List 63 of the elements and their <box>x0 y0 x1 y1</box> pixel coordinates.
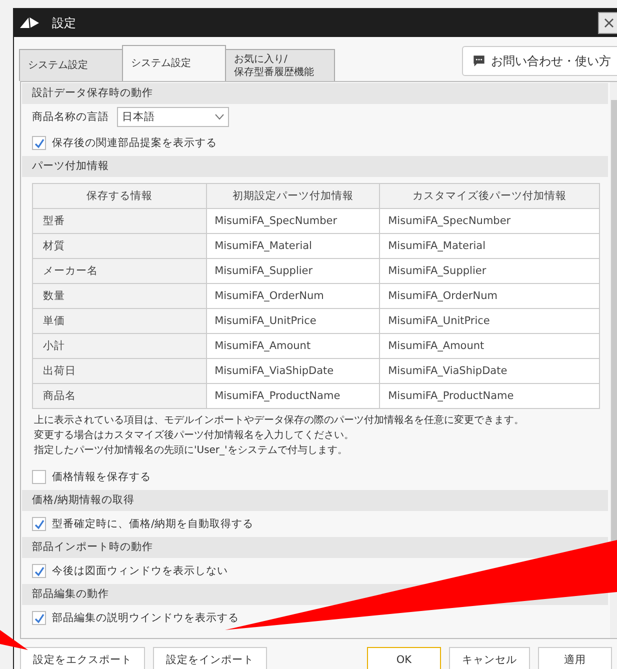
table-cell: 小計 <box>32 334 206 358</box>
table-cell: MisumiFA_ProductName <box>206 384 380 408</box>
ok-button[interactable]: OK <box>367 647 441 669</box>
close-button[interactable] <box>598 12 617 34</box>
checkbox-label: 価格情報を保存する <box>52 470 151 484</box>
checkbox[interactable] <box>32 564 46 578</box>
table-cell[interactable]: MisumiFA_Material <box>380 234 600 258</box>
checkbox[interactable] <box>32 517 46 531</box>
table-cell[interactable]: MisumiFA_SpecNumber <box>380 208 600 234</box>
table-cell: 型番 <box>32 208 206 234</box>
table-cell: MisumiFA_ViaShipDate <box>206 358 380 384</box>
column-header: カスタマイズ後パーツ付加情報 <box>380 184 600 208</box>
table-cell: MisumiFA_OrderNum <box>206 284 380 308</box>
checkbox[interactable] <box>32 136 46 150</box>
help-button[interactable]: お問い合わせ・使い方 <box>462 46 617 76</box>
language-dropdown[interactable]: 日本語 <box>117 107 229 127</box>
checkbox[interactable] <box>32 470 46 484</box>
table-cell: メーカー名 <box>32 258 206 284</box>
table-cell[interactable]: MisumiFA_OrderNum <box>380 284 600 308</box>
table-cell[interactable]: MisumiFA_UnitPrice <box>380 308 600 334</box>
checkbox[interactable] <box>32 611 46 625</box>
table-cell: 材質 <box>32 234 206 258</box>
chevron-down-icon <box>215 114 224 120</box>
table-cell: MisumiFA_SpecNumber <box>206 208 380 234</box>
checkmark-icon <box>34 566 44 576</box>
section-header: 価格/納期情報の取得 <box>22 490 608 511</box>
section-header: 設計データ保存時の動作 <box>22 83 608 104</box>
column-header: 初期設定パーツ付加情報 <box>206 184 380 208</box>
annotation-arrow <box>0 630 28 652</box>
table-cell: MisumiFA_Amount <box>206 334 380 358</box>
checkbox-label: 保存後の関連部品提案を表示する <box>52 136 217 150</box>
tab[interactable]: システム設定 <box>19 49 123 81</box>
section-header: パーツ付加情報 <box>22 156 608 177</box>
checkbox-label: 部品編集の説明ウインドウを表示する <box>52 611 239 625</box>
footer-button[interactable]: キャンセル <box>449 647 530 669</box>
table-cell[interactable]: MisumiFA_Supplier <box>380 258 600 284</box>
app-logo-icon <box>20 17 40 29</box>
checkmark-icon <box>34 138 44 148</box>
table-cell[interactable]: MisumiFA_ProductName <box>380 384 600 408</box>
close-icon <box>604 18 614 28</box>
footer-button[interactable]: 設定をインポート <box>153 647 267 669</box>
checkbox-label: 型番確定時に、価格/納期を自動取得する <box>52 517 254 531</box>
scrollbar[interactable] <box>610 82 617 638</box>
column-header: 保存する情報 <box>32 184 206 208</box>
footer-button[interactable]: 適用 <box>538 647 612 669</box>
help-text: 上に表示されている項目は、モデルインポートやデータ保存の際のパーツ付加情報名を任意に変更できます。 変更する場合はカスタマイズ後パーツ付加情報名を入力してください。 指定したパーツ付加情報名の先頭に'User_'をシステムで付与します。 <box>33 414 525 458</box>
table-cell: 出荷日 <box>32 358 206 384</box>
field-label: 商品名称の言語 <box>32 110 109 124</box>
table-cell[interactable]: MisumiFA_Amount <box>380 334 600 358</box>
table-cell[interactable]: MisumiFA_ViaShipDate <box>380 358 600 384</box>
checkmark-icon <box>34 612 44 624</box>
table-cell: MisumiFA_Supplier <box>206 258 380 284</box>
table-cell: MisumiFA_UnitPrice <box>206 308 380 334</box>
footer-button[interactable]: 設定をエクスポート <box>20 647 145 669</box>
table-cell: 単価 <box>32 308 206 334</box>
table-cell: MisumiFA_Material <box>206 234 380 258</box>
window-title: 設定 <box>52 14 76 32</box>
section-header: 部品インポート時の動作 <box>22 537 608 558</box>
table-cell: 数量 <box>32 284 206 308</box>
table-cell: 商品名 <box>32 384 206 408</box>
checkbox-label: 今後は図面ウィンドウを表示しない <box>52 564 228 578</box>
tab[interactable]: お気に入り/ 保存型番履歴機能 <box>225 49 335 81</box>
checkmark-icon <box>34 518 44 530</box>
